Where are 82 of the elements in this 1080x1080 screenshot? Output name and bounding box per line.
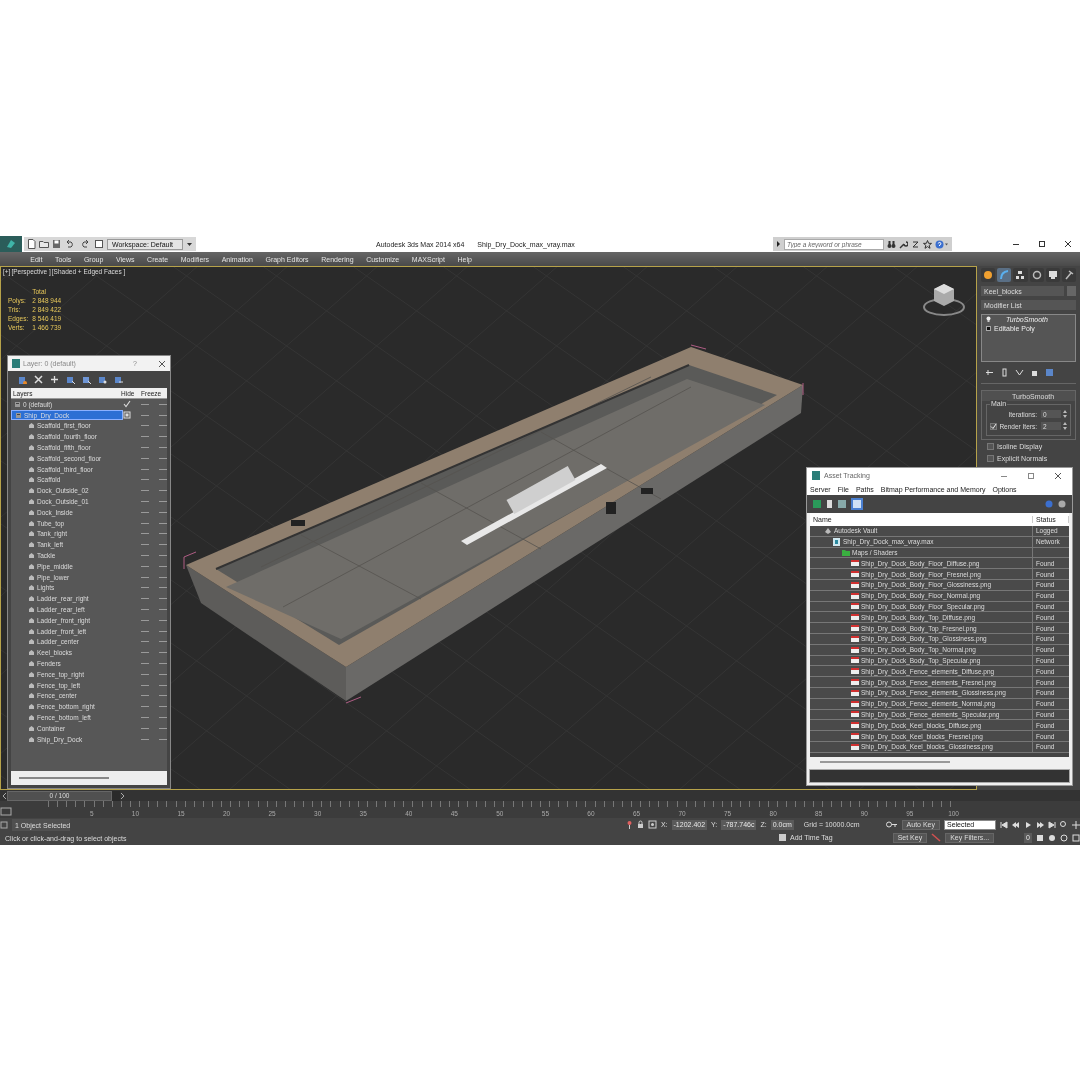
- hierarchy-icon: [1015, 270, 1026, 280]
- previous-frame-icon[interactable]: [1012, 820, 1020, 829]
- scene-file-icon: [833, 537, 841, 546]
- lock-icon[interactable]: [636, 820, 644, 829]
- help-icon[interactable]: [935, 239, 949, 249]
- wrench-icon[interactable]: [899, 239, 908, 249]
- absolute-mode-icon[interactable]: [647, 820, 657, 829]
- delete-icon[interactable]: [34, 375, 43, 384]
- isolate-selection-icon[interactable]: [625, 820, 633, 829]
- image-file-icon: [851, 710, 859, 719]
- image-file-icon: [851, 721, 859, 730]
- new-layer-icon[interactable]: [18, 375, 27, 384]
- pin-stack-icon[interactable]: [985, 368, 994, 377]
- image-file-icon: [851, 602, 859, 611]
- new-file-icon[interactable]: [27, 239, 36, 249]
- table-view-icon[interactable]: [851, 498, 863, 510]
- display-icon: [1047, 270, 1058, 280]
- document-icon[interactable]: [826, 500, 833, 508]
- active-layer-box-icon[interactable]: [123, 411, 131, 420]
- image-file-icon: [851, 645, 859, 654]
- play-icon[interactable]: [1024, 820, 1032, 829]
- hierarchy-tab[interactable]: [1013, 268, 1028, 282]
- maximize-icon[interactable]: [1038, 240, 1046, 248]
- app-logo-icon[interactable]: [0, 236, 22, 252]
- folder-icon: [842, 548, 850, 557]
- make-unique-icon[interactable]: [1015, 368, 1024, 377]
- checkbox[interactable]: [987, 442, 994, 450]
- viewcube-icon[interactable]: [923, 284, 965, 316]
- checkbox[interactable]: [987, 454, 994, 462]
- image-file-icon: [851, 699, 859, 708]
- go-to-end-icon[interactable]: [1048, 820, 1056, 829]
- chevron-right-icon[interactable]: [120, 791, 125, 800]
- object-color-swatch[interactable]: [1067, 286, 1076, 296]
- help-icon[interactable]: [1045, 500, 1053, 508]
- next-frame-icon[interactable]: [1036, 820, 1044, 829]
- app-logo-icon: [812, 471, 820, 480]
- create-tab[interactable]: [981, 268, 996, 282]
- close-icon[interactable]: [158, 359, 166, 368]
- create-icon: [983, 270, 994, 280]
- status-cell: [1033, 547, 1069, 558]
- layer-icon: [15, 411, 22, 419]
- modify-tab[interactable]: [997, 268, 1012, 282]
- checkmark-icon[interactable]: [123, 400, 131, 409]
- utilities-icon: [1063, 270, 1074, 280]
- image-file-icon: [851, 559, 859, 568]
- spinner-arrows-icon[interactable]: [1063, 410, 1067, 418]
- show-end-result-icon[interactable]: [1000, 368, 1009, 377]
- display-tab[interactable]: [1045, 268, 1060, 282]
- logo-mark-icon: [5, 238, 17, 250]
- image-file-icon: [851, 591, 859, 600]
- light-bulb-icon[interactable]: [986, 316, 991, 323]
- checkmark-icon: [990, 422, 997, 430]
- add-icon[interactable]: [50, 375, 59, 384]
- expand-arrow-icon[interactable]: [776, 240, 781, 248]
- go-to-start-icon[interactable]: [1000, 820, 1008, 829]
- image-file-icon: [851, 667, 859, 676]
- select-objects-icon[interactable]: [66, 375, 75, 384]
- modify-icon: [999, 270, 1010, 280]
- save-icon[interactable]: [52, 239, 61, 249]
- open-folder-icon[interactable]: [39, 239, 49, 249]
- app-logo-icon: [12, 359, 20, 368]
- checkbox[interactable]: [990, 422, 997, 430]
- scrollbar[interactable]: [19, 777, 109, 779]
- scrollbar[interactable]: [820, 761, 950, 763]
- close-icon[interactable]: [1054, 471, 1062, 480]
- undo-icon[interactable]: [64, 239, 76, 249]
- path-field[interactable]: [809, 769, 1070, 783]
- motion-tab[interactable]: [1029, 268, 1044, 282]
- layer-icon: [14, 400, 21, 408]
- chevron-left-icon[interactable]: [2, 791, 7, 800]
- spinner-arrows-icon[interactable]: [1063, 422, 1067, 430]
- close-icon[interactable]: [1064, 240, 1072, 248]
- image-file-icon: [851, 613, 859, 622]
- set-key-icon[interactable]: [931, 833, 942, 842]
- key-icon[interactable]: [885, 821, 898, 828]
- binoculars-icon[interactable]: [887, 239, 896, 249]
- vault-icon: [824, 526, 832, 535]
- motion-icon: [1031, 270, 1042, 280]
- image-file-icon: [851, 656, 859, 665]
- utilities-tab[interactable]: [1061, 268, 1077, 282]
- star-icon[interactable]: [923, 239, 932, 249]
- redo-icon[interactable]: [79, 239, 91, 249]
